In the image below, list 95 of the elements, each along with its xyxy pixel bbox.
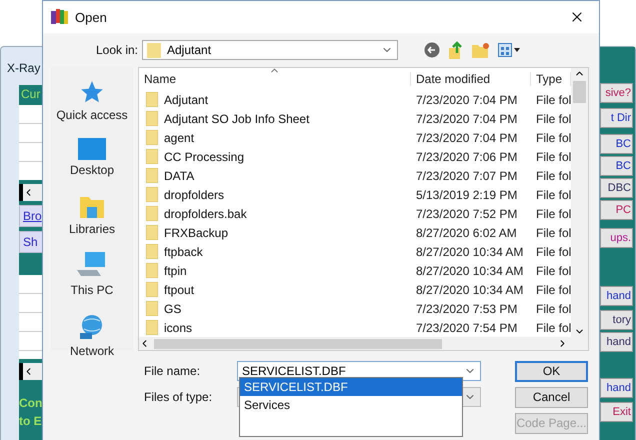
panel-button[interactable]: Exit [600, 402, 633, 422]
file-name-cell[interactable]: FRXBackup [139, 225, 411, 240]
file-name-cell[interactable]: icons [139, 320, 411, 335]
horizontal-scrollbar[interactable] [139, 337, 588, 350]
file-name-cell[interactable]: CC Processing [139, 149, 411, 164]
type-cell-text: File fol [535, 130, 571, 144]
folder-icon [146, 130, 158, 145]
folder-icon [146, 187, 158, 202]
file-name-cell[interactable]: ftpout [139, 282, 411, 297]
type-cell-text: File fol [535, 226, 571, 240]
autocomplete-option[interactable]: Services [240, 396, 462, 414]
folder-icon [146, 92, 158, 107]
type-cell-text: File fol [535, 206, 571, 220]
place-item[interactable]: Quick access [54, 77, 130, 124]
panel-button[interactable]: BC [600, 156, 633, 176]
type-cell-text: File fol [535, 188, 571, 202]
file-name-cell[interactable]: ftpin [139, 263, 411, 278]
type-cell-text: File fol [535, 92, 571, 106]
file-name-cell[interactable]: ftpback [139, 244, 411, 259]
file-name-cell[interactable]: GS [139, 301, 411, 316]
date-cell-text: 8/27/2020 10:34 AM [415, 244, 524, 258]
folder-icon [146, 168, 158, 183]
date-cell-text: 7/23/2020 7:04 PM [415, 112, 518, 126]
column-header[interactable]: Date modified [411, 72, 531, 86]
cancel-button[interactable]: Cancel [515, 386, 588, 408]
date-cell-text: 7/23/2020 7:52 PM [415, 206, 518, 220]
date-cell-text: 7/23/2020 7:54 PM [415, 320, 518, 334]
file-name-cell[interactable]: DATA [139, 168, 411, 183]
view-menu-icon[interactable] [498, 43, 520, 57]
date-cell-text: 7/23/2020 7:53 PM [415, 302, 518, 316]
panel-button[interactable]: tory [600, 310, 633, 330]
date-cell-text: 5/13/2019 2:19 PM [415, 188, 518, 202]
new-folder-icon[interactable] [472, 42, 490, 58]
panel-button[interactable]: hand [600, 378, 633, 398]
type-cell-text: File fol [535, 302, 571, 316]
type-cell-text: File fol [535, 150, 571, 164]
panel-button[interactable]: hand [600, 286, 633, 306]
back-icon[interactable] [424, 42, 440, 58]
type-cell-text: File fol [535, 244, 571, 258]
date-cell-text: 7/23/2020 7:04 PM [415, 92, 518, 106]
autocomplete-option[interactable]: SERVICELIST.DBF [240, 378, 462, 396]
panel-button[interactable]: BC [600, 134, 633, 154]
ok-button[interactable]: OK [515, 360, 588, 382]
panel-note: to E [19, 414, 43, 428]
file-name-cell[interactable]: dropfolders [139, 187, 411, 202]
up-folder-icon[interactable] [448, 41, 464, 59]
scroll-thumb[interactable] [573, 81, 586, 103]
place-item[interactable]: This PC [68, 250, 116, 299]
date-cell-text: 7/23/2020 7:04 PM [415, 130, 518, 144]
date-cell-text: 8/27/2020 6:02 AM [415, 226, 518, 240]
look-in-dropdown[interactable]: Adjutant [142, 40, 398, 60]
type-cell-text: File fol [535, 112, 571, 126]
panel-note: Con [19, 396, 44, 410]
folder-icon [146, 263, 158, 278]
folder-icon [146, 225, 158, 240]
folder-icon [146, 149, 158, 164]
place-item[interactable]: Desktop [68, 136, 116, 179]
panel-button[interactable]: PC [600, 200, 633, 220]
look-in-label: Look in: [94, 43, 138, 57]
date-cell-text: 8/27/2020 10:34 AM [415, 282, 524, 296]
column-header[interactable]: Name [139, 72, 411, 86]
date-cell-text: 8/27/2020 10:34 AM [415, 264, 524, 278]
desktop-icon [78, 138, 106, 160]
type-cell-text: File fol [535, 320, 571, 334]
date-cell-text: 7/23/2020 7:06 PM [415, 150, 518, 164]
folder-icon [147, 42, 161, 58]
dialog-title: Open [75, 10, 108, 24]
folder-icon [146, 320, 158, 335]
panel-button[interactable]: ups. [600, 228, 633, 248]
app-icon [51, 9, 69, 25]
folder-icon [146, 206, 158, 221]
type-cell-text: File fol [535, 282, 571, 296]
file-name-cell[interactable]: dropfolders.bak [139, 206, 411, 221]
panel-button[interactable]: sive? [600, 83, 633, 103]
panel-heading: Cur [20, 87, 42, 101]
panel-button[interactable]: t Dir [600, 108, 633, 128]
file-name-cell[interactable]: agent [139, 130, 411, 145]
file-name-label: File name: [144, 364, 202, 378]
file-name-cell[interactable]: Adjutant [139, 92, 411, 107]
folder-icon [146, 111, 158, 126]
date-cell-text: 7/23/2020 7:07 PM [415, 168, 518, 182]
window-title: X-Ray [6, 60, 42, 77]
panel-button[interactable]: DBC [600, 178, 633, 198]
file-name-cell[interactable]: Adjutant SO Job Info Sheet [139, 111, 411, 126]
folder-icon [146, 301, 158, 316]
files-of-type-label: Files of type: [144, 390, 214, 404]
place-item[interactable]: Network [68, 311, 116, 360]
type-cell-text: File fol [535, 168, 571, 182]
place-item[interactable]: Libraries [66, 191, 118, 238]
panel-button[interactable]: hand [600, 332, 633, 352]
vertical-scrollbar[interactable] [571, 68, 588, 337]
folder-icon [146, 244, 158, 259]
type-cell-text: File fol [535, 264, 571, 278]
folder-icon [146, 282, 158, 297]
star-icon [78, 79, 105, 105]
